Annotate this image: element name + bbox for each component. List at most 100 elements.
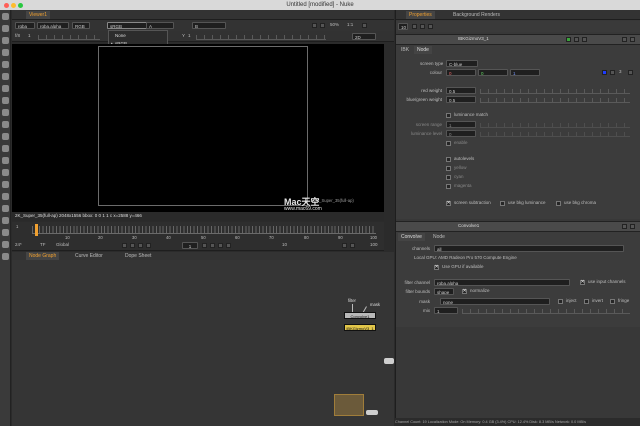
python-tool-icon[interactable] xyxy=(2,253,9,260)
end-frame-value[interactable]: 100 xyxy=(370,242,378,248)
backdrop-node[interactable] xyxy=(334,394,364,416)
image-tool-icon[interactable] xyxy=(2,13,9,20)
tab-background-renders[interactable]: Background Renders xyxy=(450,11,503,19)
zoom-window-button[interactable] xyxy=(18,2,23,8)
play-icon[interactable] xyxy=(312,23,317,28)
deep-tool-icon[interactable] xyxy=(2,229,9,236)
dot-node[interactable] xyxy=(384,358,394,364)
mix-field[interactable]: 1 xyxy=(434,307,458,314)
gamma-number[interactable]: 1 xyxy=(188,33,191,39)
fringe-checkbox[interactable] xyxy=(610,299,615,304)
particles-tool-icon[interactable] xyxy=(2,217,9,224)
keyer-tool-icon[interactable] xyxy=(2,85,9,92)
colour-blue-field[interactable]: 1 xyxy=(510,69,540,76)
tab-node-graph[interactable]: Node Graph xyxy=(26,252,60,260)
colour-red-field[interactable]: 0 xyxy=(446,69,476,76)
mask-select[interactable]: none xyxy=(440,298,550,305)
play-forward-icon[interactable] xyxy=(202,243,207,248)
gamma-slider[interactable] xyxy=(196,35,326,40)
red-weight-field[interactable]: 0.5 xyxy=(446,87,476,94)
draw-tool-icon[interactable] xyxy=(2,25,9,32)
filter-channel-select[interactable]: rgba.alpha xyxy=(434,279,570,286)
convolve-panel-title[interactable]: Convolve1 xyxy=(458,223,479,229)
current-frame-field[interactable]: 1 xyxy=(182,242,198,249)
range-dropdown[interactable]: Global xyxy=(56,242,69,248)
colour-swatch-icon[interactable] xyxy=(602,70,607,75)
inject-checkbox[interactable] xyxy=(558,299,563,304)
clear-properties-icon[interactable] xyxy=(420,24,425,29)
input-b-dropdown[interactable]: B xyxy=(192,22,226,29)
last-frame-icon[interactable] xyxy=(226,243,231,248)
time-tool-icon[interactable] xyxy=(2,37,9,44)
max-panels-field[interactable]: 10 xyxy=(398,23,408,30)
colour-picker-icon[interactable] xyxy=(610,70,615,75)
convolve-close-icon[interactable] xyxy=(630,224,635,229)
screen-subtraction-checkbox[interactable] xyxy=(446,200,451,206)
lock-icon[interactable] xyxy=(362,23,367,28)
blue-green-weight-field[interactable]: 0.5 xyxy=(446,96,476,103)
views-tool-icon[interactable] xyxy=(2,133,9,140)
pick-icon[interactable] xyxy=(428,24,433,29)
fps-value[interactable]: 24* xyxy=(15,242,22,248)
transform-tool-icon[interactable] xyxy=(2,109,9,116)
lut-menu-item-none[interactable]: None xyxy=(115,32,126,39)
screen-type-dropdown[interactable]: C-blue xyxy=(446,60,478,67)
tab-properties[interactable]: Properties xyxy=(406,11,435,19)
tab-viewer1[interactable]: Viewer1 xyxy=(26,11,50,19)
convolve-float-icon[interactable] xyxy=(622,224,627,229)
filter-tool-icon[interactable] xyxy=(2,73,9,80)
metadata-tool-icon[interactable] xyxy=(2,145,9,152)
ibk-redo-icon[interactable] xyxy=(582,37,587,42)
ibk-undo-icon[interactable] xyxy=(574,37,579,42)
use-gpu-checkbox[interactable] xyxy=(434,264,439,270)
viewer-node[interactable] xyxy=(366,410,378,415)
channels-dropdown[interactable]: rgba xyxy=(15,22,35,29)
gain-slider[interactable] xyxy=(38,35,100,40)
gain-number[interactable]: 1 xyxy=(28,33,31,39)
cara-tool-icon[interactable] xyxy=(2,205,9,212)
screen-range-field[interactable]: 1 xyxy=(446,121,476,128)
tf-dropdown[interactable]: TF xyxy=(40,242,46,248)
cyan-checkbox[interactable] xyxy=(446,175,451,180)
channels-select[interactable]: all xyxy=(434,245,624,252)
convolve-tab-node[interactable]: Node xyxy=(430,233,448,241)
zoom-value[interactable]: 50% xyxy=(330,22,339,28)
tab-dope-sheet[interactable]: Dope Sheet xyxy=(122,252,154,260)
merge-tool-icon[interactable] xyxy=(2,97,9,104)
channel-tool-icon[interactable] xyxy=(2,49,9,56)
node-graph-canvas[interactable]: filter mask Convolve1 IBKGizmoV3_1 xyxy=(12,260,394,426)
ratio-value[interactable]: 1:1 xyxy=(347,22,353,28)
red-weight-slider[interactable] xyxy=(480,89,630,94)
timeline-ruler[interactable] xyxy=(32,226,376,234)
luminance-level-field[interactable]: 0 xyxy=(446,130,476,137)
yellow-checkbox[interactable] xyxy=(446,166,451,171)
loop-icon[interactable] xyxy=(342,243,347,248)
colour-channel-count[interactable]: 3 xyxy=(619,69,622,75)
ibk-float-icon[interactable] xyxy=(622,37,627,42)
colour-wheel-icon[interactable] xyxy=(628,70,633,75)
use-bkg-luminance-checkbox[interactable] xyxy=(500,201,505,206)
invert-checkbox[interactable] xyxy=(584,299,589,304)
color-tool-icon[interactable] xyxy=(2,61,9,68)
cache-icon[interactable] xyxy=(350,243,355,248)
ibk-panel-title[interactable]: IBKGizmoV3_1 xyxy=(458,36,489,42)
autolevels-checkbox[interactable] xyxy=(446,157,451,162)
screen-range-slider[interactable] xyxy=(480,123,630,128)
enable-checkbox[interactable] xyxy=(446,141,451,146)
mix-slider[interactable] xyxy=(462,309,630,314)
view-mode-dropdown[interactable]: 2D xyxy=(352,33,376,40)
use-bkg-chroma-checkbox[interactable] xyxy=(556,201,561,206)
3d-tool-icon[interactable] xyxy=(2,121,9,128)
luminance-level-slider[interactable] xyxy=(480,132,630,137)
convolve-node[interactable]: Convolve1 xyxy=(344,312,376,319)
playhead-marker[interactable] xyxy=(35,224,38,236)
ibk-close-icon[interactable] xyxy=(630,37,635,42)
ibk-node-color-icon[interactable] xyxy=(566,37,571,42)
normalize-checkbox[interactable] xyxy=(462,288,467,294)
display-dropdown[interactable]: RGB xyxy=(72,22,90,29)
luminance-match-checkbox[interactable] xyxy=(446,113,451,118)
minimize-window-button[interactable] xyxy=(11,2,16,8)
lut-dropdown[interactable]: sRGB xyxy=(107,22,147,29)
gain-value[interactable]: f/8 xyxy=(15,33,20,39)
input-a-dropdown[interactable]: A xyxy=(146,22,174,29)
